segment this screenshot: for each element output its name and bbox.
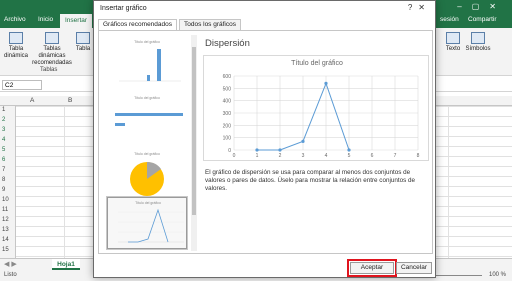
y-tick-label: 100 <box>223 136 232 142</box>
zoom-level[interactable]: 100 % <box>489 272 506 278</box>
data-point <box>278 148 282 152</box>
y-tick-label: 600 <box>223 74 232 80</box>
x-tick-label: 2 <box>279 153 282 159</box>
tab-inicio[interactable]: Inicio <box>38 16 53 23</box>
data-point <box>301 139 305 143</box>
scatter-chart-icon <box>118 208 184 243</box>
y-tick-label: 0 <box>228 148 231 154</box>
y-tick-label: 400 <box>223 99 232 105</box>
data-point <box>255 148 259 152</box>
column-header-b[interactable]: B <box>68 97 72 104</box>
cancel-button[interactable]: Cancelar <box>396 262 432 274</box>
x-tick-label: 8 <box>417 153 420 159</box>
column-chart-icon <box>119 49 181 82</box>
dialog-controls[interactable]: ?✕ <box>408 3 431 12</box>
table-button[interactable]: Tabla <box>75 32 91 53</box>
chart-preview: Dispersión Título del gráfico 0 100 200 300… <box>203 35 429 251</box>
row-header[interactable]: 11 <box>2 207 8 213</box>
name-box[interactable]: C2 <box>2 80 42 90</box>
pivot-table-icon <box>9 32 23 44</box>
preview-heading: Dispersión <box>205 38 250 49</box>
y-tick-label: 500 <box>223 86 232 92</box>
thumb-column-chart[interactable]: Título del gráfico <box>107 37 187 89</box>
row-header[interactable]: 15 <box>2 247 9 253</box>
chart-thumbnails: Título del gráfico Título del gráfico Tí… <box>103 35 191 251</box>
row-header[interactable]: 13 <box>2 227 9 233</box>
bar-chart-icon <box>115 113 183 126</box>
tab-all-charts[interactable]: Todos los gráficos <box>178 19 241 30</box>
y-tick-label: 200 <box>223 123 232 129</box>
tab-recommended-charts[interactable]: Gráficos recomendados <box>98 19 178 30</box>
chart-title: Título del gráfico <box>291 60 343 67</box>
symbols-button[interactable]: Símbolos <box>464 32 492 53</box>
dialog-tabs: Gráficos recomendados Todos los gráficos <box>98 19 241 30</box>
row-header[interactable]: 4 <box>2 137 5 143</box>
dialog-body: Título del gráfico Título del gráfico Tí… <box>98 30 433 254</box>
data-point <box>347 148 351 152</box>
pivot-table-button[interactable]: Tabla dinámica <box>3 32 29 60</box>
tab-sesion[interactable]: sesión <box>440 16 459 23</box>
text-button[interactable]: Texto <box>442 32 464 53</box>
x-tick-label: 0 <box>233 153 236 159</box>
sheet-tab-hoja1[interactable]: Hoja1 <box>52 259 80 270</box>
share-button[interactable]: Compartir <box>468 16 497 23</box>
row-header[interactable]: 2 <box>2 117 5 123</box>
accept-button[interactable]: Aceptar <box>350 262 394 274</box>
row-header[interactable]: 8 <box>2 177 5 183</box>
recommended-pivot-button[interactable]: Tablas dinámicas recomendadas <box>30 32 74 67</box>
row-header[interactable]: 12 <box>2 217 9 223</box>
row-headers: 1 2 3 4 5 6 7 8 9 10 11 12 13 14 15 <box>0 106 16 258</box>
scrollbar-thumb[interactable] <box>192 47 196 215</box>
column-header-a[interactable]: A <box>30 97 34 104</box>
chart-description: El gráfico de dispersión se usa para com… <box>205 169 416 192</box>
row-header[interactable]: 6 <box>2 157 5 163</box>
row-header[interactable]: 14 <box>2 237 9 243</box>
thumb-scatter-chart[interactable]: Título del gráfico <box>107 197 187 249</box>
chart-frame: Título del gráfico 0 100 200 300 400 500 600 0 1… <box>203 55 429 161</box>
tab-archivo[interactable]: Archivo <box>4 16 26 23</box>
row-header[interactable]: 5 <box>2 147 5 153</box>
sheet-nav-arrows[interactable]: ◀ ▶ <box>4 260 17 268</box>
x-tick-label: 6 <box>371 153 374 159</box>
window-controls[interactable]: –▢✕ <box>457 2 506 11</box>
recommended-pivot-icon <box>45 32 59 44</box>
x-tick-label: 3 <box>302 153 305 159</box>
thumb-bar-chart[interactable]: Título del gráfico <box>107 93 187 145</box>
data-point <box>324 81 328 85</box>
group-label-tablas: Tablas <box>40 67 58 73</box>
x-tick-label: 7 <box>394 153 397 159</box>
insert-chart-dialog: Insertar gráfico ?✕ Gráficos recomendado… <box>93 0 436 278</box>
scatter-chart: 0 100 200 300 400 500 600 0 1 2 3 4 5 6 7 8 <box>223 74 420 159</box>
thumb-pie-chart[interactable]: Título del gráfico <box>107 149 187 201</box>
tab-insertar[interactable]: Insertar <box>60 14 93 28</box>
thumbnails-scrollbar[interactable] <box>191 35 197 251</box>
row-header[interactable]: 7 <box>2 167 5 173</box>
x-tick-label: 4 <box>325 153 328 159</box>
text-icon <box>446 32 460 44</box>
omega-icon <box>471 32 485 44</box>
dialog-title: Insertar gráfico <box>94 1 435 17</box>
row-header[interactable]: 10 <box>2 197 9 203</box>
x-tick-label: 1 <box>256 153 259 159</box>
zoom-slider[interactable] <box>432 275 482 276</box>
table-icon <box>76 32 90 44</box>
status-text: Listo <box>4 272 17 278</box>
row-header[interactable]: 3 <box>2 127 5 133</box>
row-header[interactable]: 9 <box>2 187 5 193</box>
y-tick-label: 300 <box>223 111 232 117</box>
pie-chart-icon <box>130 161 164 196</box>
row-header[interactable]: 1 <box>2 107 5 113</box>
x-tick-label: 5 <box>348 153 351 159</box>
